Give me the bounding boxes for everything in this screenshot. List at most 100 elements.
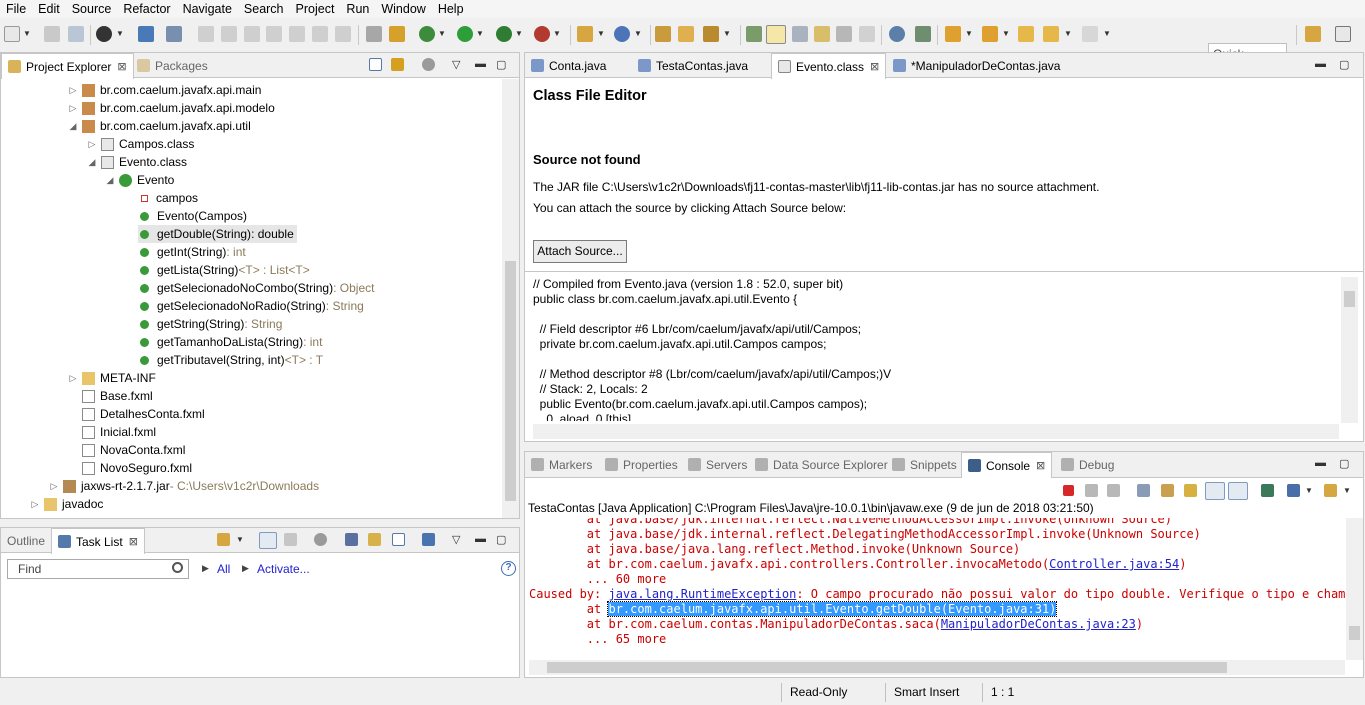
tree-item-selected[interactable]: getDouble(String) : double <box>138 225 297 243</box>
maximize-icon[interactable]: ▢ <box>496 533 506 546</box>
tab-data-source-explorer[interactable]: Data Source Explorer <box>749 452 894 477</box>
filters-icon[interactable] <box>422 58 435 71</box>
stack-trace-link[interactable]: ManipuladorDeContas.java:23 <box>941 617 1136 631</box>
stack-trace-link[interactable]: Controller.java:54 <box>1049 557 1179 571</box>
tab-testacontas-java[interactable]: TestaContas.java <box>632 53 754 78</box>
bytecode-viewer[interactable]: // Compiled from Evento.java (version 1.… <box>525 275 1341 421</box>
tree-item[interactable]: getLista(String) <T> : List<T> <box>138 261 310 279</box>
resume-icon[interactable] <box>198 26 214 42</box>
menu-help[interactable]: Help <box>432 0 470 18</box>
tree-item[interactable]: ▷ javadoc <box>29 495 104 513</box>
expand-icon[interactable]: ▷ <box>67 99 79 117</box>
scrollbar-thumb[interactable] <box>547 662 1227 673</box>
tab-properties[interactable]: Properties <box>599 452 684 477</box>
scrollbar-thumb[interactable] <box>505 261 516 501</box>
tree-item[interactable]: DetalhesConta.fxml <box>82 405 205 423</box>
save-icon[interactable] <box>44 26 60 42</box>
view-menu-icon[interactable]: ▽ <box>452 58 460 71</box>
chevron-down-icon[interactable]: ▼ <box>1064 29 1072 38</box>
help-icon[interactable]: ? <box>501 561 516 576</box>
new-java-project-icon[interactable] <box>577 26 593 42</box>
back-arrow-icon[interactable] <box>1043 26 1059 42</box>
tree-item[interactable]: NovaConta.fxml <box>82 441 185 459</box>
all-link[interactable]: All <box>217 562 230 576</box>
globe-icon[interactable] <box>889 26 905 42</box>
scroll-lock-icon[interactable] <box>1161 484 1174 497</box>
java-ee-perspective-icon[interactable] <box>1335 26 1351 42</box>
disconnect-icon[interactable] <box>266 26 282 42</box>
chevron-down-icon[interactable]: ▼ <box>723 29 731 38</box>
link-editor-icon[interactable] <box>391 58 404 71</box>
skip-breakpoints-icon[interactable] <box>166 26 182 42</box>
menu-edit[interactable]: Edit <box>32 0 66 18</box>
run-icon[interactable] <box>457 26 473 42</box>
step-over-icon[interactable] <box>312 26 328 42</box>
console-output[interactable]: at java.base/jdk.internal.reflect.Native… <box>525 518 1345 658</box>
menu-run[interactable]: Run <box>340 0 375 18</box>
tab-snippets[interactable]: Snippets <box>886 452 963 477</box>
tab-outline[interactable]: Outline <box>1 528 51 553</box>
word-wrap-icon[interactable] <box>836 26 852 42</box>
tree-item[interactable]: ▷ jaxws-rt-2.1.7.jar - C:\Users\v1c2r\Dow… <box>48 477 320 495</box>
tab-markers[interactable]: Markers <box>525 452 598 477</box>
tree-item[interactable]: ▷ br.com.caelum.javafx.api.modelo <box>67 99 275 117</box>
filters-icon[interactable] <box>314 533 327 546</box>
scheduled-icon[interactable] <box>284 533 297 546</box>
tab-debug[interactable]: Debug <box>1055 452 1120 477</box>
tab-servers[interactable]: Servers <box>682 452 753 477</box>
chevron-down-icon[interactable]: ▼ <box>1343 486 1351 495</box>
show-console-error-icon[interactable] <box>1228 482 1248 500</box>
tab-task-list[interactable]: Task List ⊠ <box>51 528 145 554</box>
tree-item[interactable]: getInt(String) : int <box>138 243 246 261</box>
collapse-all-icon[interactable] <box>392 533 405 546</box>
toggle-mark-occurrences-icon[interactable] <box>746 26 762 42</box>
external-tools-icon[interactable] <box>534 26 550 42</box>
editor-horizontal-scrollbar[interactable] <box>533 424 1339 439</box>
expand-icon[interactable]: ▷ <box>29 495 41 513</box>
minimize-icon[interactable]: ▬ <box>1315 457 1326 469</box>
collapse-icon[interactable]: ◢ <box>67 117 79 135</box>
tree-item[interactable]: ▷ Campos.class <box>86 135 195 153</box>
exception-link[interactable]: java.lang.RuntimeException <box>608 587 796 601</box>
highlight-icon[interactable] <box>766 25 786 44</box>
coverage-icon[interactable] <box>496 26 512 42</box>
menu-search[interactable]: Search <box>238 0 290 18</box>
minimize-icon[interactable]: ▬ <box>1315 58 1326 70</box>
search-icon[interactable] <box>172 562 183 573</box>
expand-icon[interactable]: ▷ <box>86 135 98 153</box>
menu-file[interactable]: File <box>0 0 32 18</box>
console-horizontal-scrollbar[interactable] <box>529 660 1345 675</box>
clear-console-icon[interactable] <box>1137 484 1150 497</box>
minimize-icon[interactable]: ▬ <box>475 58 486 70</box>
tab-manipuladordecontas-java[interactable]: *ManipuladorDeContas.java <box>887 53 1066 78</box>
tree-item[interactable]: ▷ br.com.caelum.javafx.api.main <box>67 81 262 99</box>
suspend-icon[interactable] <box>221 26 237 42</box>
collapse-icon[interactable]: ◢ <box>86 153 98 171</box>
menu-navigate[interactable]: Navigate <box>177 0 238 18</box>
new-icon[interactable] <box>4 26 20 42</box>
close-icon[interactable]: ⊠ <box>117 60 126 73</box>
tree-item[interactable]: ◢ br.com.caelum.javafx.api.util <box>67 117 251 135</box>
minimize-icon[interactable]: ▬ <box>475 533 486 545</box>
tree-item[interactable]: Inicial.fxml <box>82 423 156 441</box>
chevron-down-icon[interactable]: ▼ <box>597 29 605 38</box>
menu-window[interactable]: Window <box>375 0 431 18</box>
chevron-down-icon[interactable]: ▼ <box>515 29 523 38</box>
remove-all-icon[interactable] <box>1107 484 1120 497</box>
tree-item[interactable]: getTributavel(String, int) <T> : T <box>138 351 323 369</box>
maximize-icon[interactable]: ▢ <box>1339 457 1349 470</box>
save-all-icon[interactable] <box>68 26 84 42</box>
terminal-icon[interactable] <box>138 26 154 42</box>
search-tool-icon[interactable] <box>703 26 719 42</box>
close-icon[interactable]: ⊠ <box>1036 459 1045 472</box>
chevron-down-icon[interactable]: ▼ <box>1002 29 1010 38</box>
drop-to-frame-icon[interactable] <box>389 26 405 42</box>
pin-icon[interactable] <box>915 26 931 42</box>
tree-item[interactable]: campos <box>138 189 198 207</box>
close-icon[interactable]: ⊠ <box>870 60 879 73</box>
chevron-down-icon[interactable]: ▼ <box>476 29 484 38</box>
expand-icon[interactable]: ▷ <box>67 369 79 387</box>
pin-console-icon[interactable] <box>1261 484 1274 497</box>
tab-console[interactable]: Console ⊠ <box>961 452 1053 478</box>
scrollbar-thumb[interactable] <box>1344 291 1355 307</box>
